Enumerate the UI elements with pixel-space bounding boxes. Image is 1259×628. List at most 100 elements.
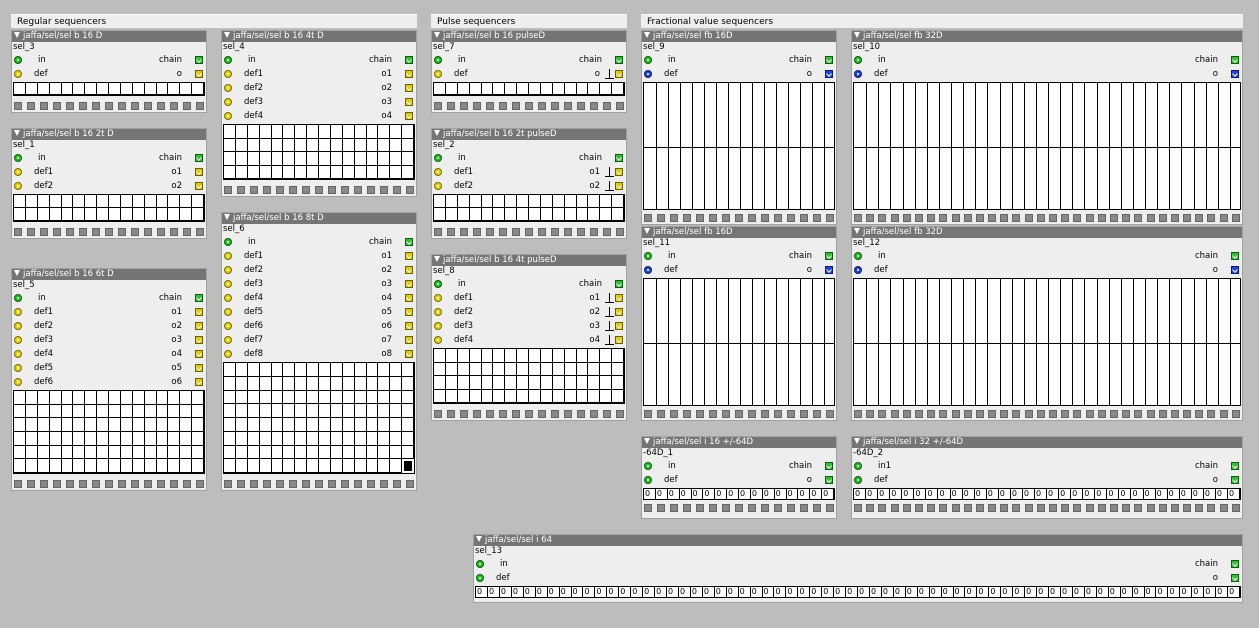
- step-cell[interactable]: [469, 376, 482, 390]
- step-cell[interactable]: [156, 459, 169, 473]
- step-cell[interactable]: [120, 459, 133, 473]
- step-cell[interactable]: [564, 349, 577, 363]
- collapse-icon[interactable]: [224, 32, 230, 38]
- step-cell[interactable]: [319, 404, 331, 418]
- step-cell[interactable]: [25, 418, 38, 432]
- step-button[interactable]: [499, 228, 507, 236]
- step-button[interactable]: [1195, 214, 1204, 222]
- step-slider[interactable]: [1230, 279, 1231, 405]
- step-cell[interactable]: [109, 459, 121, 473]
- step-cell[interactable]: [402, 390, 414, 405]
- outlet-icon[interactable]: [405, 98, 413, 106]
- step-cell[interactable]: [109, 445, 121, 460]
- step-slider[interactable]: [1000, 83, 1001, 209]
- step-cell[interactable]: [168, 83, 181, 95]
- step-cell[interactable]: [156, 432, 169, 446]
- step-cell[interactable]: [588, 349, 601, 363]
- step-button[interactable]: [1012, 504, 1021, 512]
- step-button[interactable]: [1219, 214, 1228, 222]
- step-button[interactable]: [878, 214, 887, 222]
- integer-step[interactable]: 0: [854, 489, 867, 499]
- integer-step[interactable]: 0: [643, 587, 656, 597]
- step-cell[interactable]: [402, 445, 414, 460]
- step-button[interactable]: [237, 186, 245, 194]
- outlet-icon[interactable]: [195, 364, 203, 372]
- step-slider[interactable]: [1084, 83, 1085, 209]
- step-cell[interactable]: [390, 404, 403, 418]
- step-button[interactable]: [14, 102, 22, 110]
- step-cell[interactable]: [505, 349, 518, 363]
- step-cell[interactable]: [481, 195, 494, 208]
- step-button[interactable]: [670, 504, 678, 512]
- step-button[interactable]: [657, 214, 665, 222]
- step-cell[interactable]: [330, 376, 343, 391]
- integer-step[interactable]: 0: [488, 587, 500, 597]
- step-cell[interactable]: [168, 432, 181, 446]
- step-cell[interactable]: [612, 208, 624, 221]
- step-cell[interactable]: [378, 363, 391, 377]
- step-cell[interactable]: [61, 404, 74, 419]
- step-cell[interactable]: [120, 208, 133, 221]
- step-cell[interactable]: [49, 432, 62, 446]
- step-button[interactable]: [276, 480, 284, 488]
- step-cell[interactable]: [283, 165, 296, 179]
- step-slider[interactable]: [704, 279, 705, 405]
- step-slider[interactable]: [890, 83, 891, 209]
- def-inlet-icon[interactable]: [224, 98, 232, 106]
- step-slider[interactable]: [764, 279, 765, 405]
- step-cell[interactable]: [180, 459, 193, 473]
- step-button[interactable]: [66, 228, 74, 236]
- step-cell[interactable]: [132, 418, 145, 432]
- step-cell[interactable]: [235, 125, 248, 139]
- step-button[interactable]: [1085, 410, 1094, 418]
- step-cell[interactable]: [354, 125, 367, 139]
- step-button[interactable]: [276, 186, 284, 194]
- step-cell[interactable]: [588, 376, 601, 390]
- step-cell[interactable]: [402, 165, 414, 179]
- step-cell[interactable]: [224, 459, 236, 473]
- chain-outlet-icon[interactable]: [405, 238, 413, 246]
- integer-step[interactable]: 0: [975, 489, 987, 499]
- step-cell[interactable]: [342, 431, 355, 446]
- step-cell[interactable]: [295, 125, 308, 139]
- step-cell[interactable]: [493, 195, 506, 208]
- integer-step[interactable]: 0: [1109, 587, 1121, 597]
- step-cell[interactable]: [168, 459, 181, 473]
- step-cell[interactable]: [517, 349, 529, 363]
- step-cell[interactable]: [552, 195, 565, 208]
- step-cell[interactable]: [307, 138, 319, 152]
- step-cell[interactable]: [529, 83, 541, 95]
- step-cell[interactable]: [434, 83, 446, 95]
- step-cell[interactable]: [25, 208, 38, 221]
- step-cell[interactable]: [378, 431, 391, 446]
- step-cell[interactable]: [505, 208, 518, 221]
- step-button[interactable]: [1061, 504, 1070, 512]
- step-cell[interactable]: [132, 404, 145, 419]
- step-button[interactable]: [800, 504, 808, 512]
- step-button[interactable]: [1158, 504, 1167, 512]
- collapse-icon[interactable]: [644, 32, 650, 38]
- step-cell[interactable]: [224, 138, 236, 152]
- step-button[interactable]: [1207, 410, 1216, 418]
- integer-step[interactable]: 0: [858, 587, 870, 597]
- step-cell[interactable]: [73, 445, 86, 460]
- step-button[interactable]: [447, 102, 455, 110]
- step-cell[interactable]: [85, 391, 98, 405]
- step-slider[interactable]: [878, 83, 879, 209]
- step-button[interactable]: [577, 228, 585, 236]
- step-button[interactable]: [1012, 410, 1021, 418]
- step-button[interactable]: [1122, 214, 1131, 222]
- step-cell[interactable]: [354, 418, 367, 432]
- integer-step[interactable]: 0: [894, 587, 906, 597]
- step-cell[interactable]: [319, 152, 331, 166]
- step-cell[interactable]: [192, 418, 204, 432]
- integer-step[interactable]: 0: [902, 489, 915, 499]
- step-button[interactable]: [709, 410, 717, 418]
- def-inlet-icon[interactable]: [224, 252, 232, 260]
- step-cell[interactable]: [224, 125, 236, 139]
- step-slider[interactable]: [1097, 83, 1098, 209]
- step-cell[interactable]: [259, 125, 272, 139]
- step-button[interactable]: [577, 410, 585, 418]
- step-cell[interactable]: [481, 349, 494, 363]
- sequencer-patch[interactable]: jaffa/sel/sel fb 16D sel_11 in chain def o: [641, 226, 837, 421]
